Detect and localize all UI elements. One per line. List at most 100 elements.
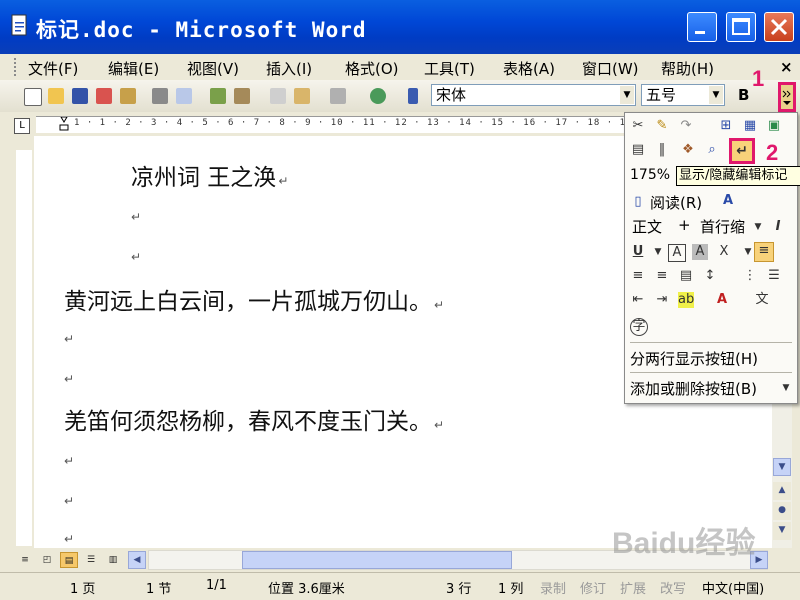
status-extend[interactable]: 扩展 (620, 578, 646, 597)
menu-window[interactable]: 窗口(W) (582, 58, 639, 79)
horizontal-ruler[interactable]: 1 · 1 · 2 · 3 · 4 · 5 · 6 · 7 · 8 · 9 · … (36, 116, 626, 133)
scroll-down-button[interactable]: ▼ (773, 458, 791, 476)
scroll-left-button[interactable]: ◀ (128, 551, 146, 569)
menu-view[interactable]: 视图(V) (187, 58, 239, 79)
increase-indent-icon[interactable]: ⇥ (654, 292, 670, 308)
insert-table-icon[interactable]: ▦ (742, 118, 758, 134)
italic-icon[interactable]: I (770, 219, 786, 235)
print-layout-view-icon[interactable]: ▤ (60, 552, 78, 568)
char-shading-icon[interactable]: A (692, 244, 708, 260)
add-remove-buttons-item[interactable]: 添加或删除按钮(B) (630, 378, 757, 399)
line-spacing-icon[interactable]: ↕ (702, 268, 718, 284)
save-icon[interactable] (72, 88, 88, 104)
tab-stop-selector[interactable]: L (14, 118, 30, 134)
baidu-watermark: Baidu经验 (612, 527, 756, 560)
web-view-icon[interactable]: ◰ (38, 552, 56, 568)
enclose-char-icon[interactable]: 字 (630, 318, 648, 336)
drawing-icon[interactable]: ‖ (654, 142, 670, 158)
format-painter-icon[interactable]: ✎ (654, 118, 670, 134)
minimize-button[interactable] (687, 12, 717, 42)
open-folder-icon[interactable] (48, 88, 64, 104)
chevron-down-icon[interactable]: ▼ (750, 219, 766, 235)
menu-tools[interactable]: 工具(T) (424, 58, 475, 79)
underline-icon[interactable]: U (630, 244, 646, 260)
poem-line-1-text: 黄河远上白云间，一片孤城万仞山。 (64, 289, 432, 315)
bold-button[interactable]: B (738, 86, 749, 104)
zoom-level[interactable]: 175% (630, 167, 670, 183)
menu-insert[interactable]: 插入(I) (266, 58, 312, 79)
undo-icon[interactable] (330, 88, 346, 104)
font-size-value: 五号 (646, 86, 677, 104)
menu-table[interactable]: 表格(A) (503, 58, 555, 79)
permission-icon[interactable] (96, 88, 112, 104)
poem-line-2[interactable]: 羌笛何须怨杨柳，春风不度玉门关。 ↵ (64, 402, 444, 436)
tables-borders-icon[interactable]: ⊞ (718, 118, 734, 134)
normal-view-icon[interactable]: ≡ (16, 552, 34, 568)
indent-box[interactable]: 首行缩 (700, 216, 745, 237)
styles-formatting-icon[interactable]: A (720, 193, 736, 209)
style-box[interactable]: 正文 (632, 216, 662, 237)
print-preview-icon[interactable] (176, 88, 192, 104)
email-icon[interactable] (120, 88, 136, 104)
bullets-icon[interactable]: ☰ (766, 268, 782, 284)
toolbar-overflow-button[interactable] (778, 82, 796, 112)
menu-file[interactable]: 文件(F) (28, 58, 78, 79)
columns-icon[interactable]: ▤ (630, 142, 646, 158)
align-right-icon[interactable]: ≡ (654, 268, 670, 284)
status-record[interactable]: 录制 (540, 578, 566, 597)
paste-icon[interactable] (294, 88, 310, 104)
menu-format[interactable]: 格式(O) (345, 58, 399, 79)
document-map-icon[interactable]: ❖ (680, 142, 696, 158)
justify-icon[interactable]: ≡ (754, 242, 774, 262)
maximize-button[interactable] (726, 12, 756, 42)
redo-icon[interactable]: ↷ (678, 118, 694, 134)
numbering-icon[interactable]: ⋮ (742, 268, 758, 284)
char-scale-icon[interactable]: X (716, 244, 732, 260)
new-document-icon[interactable] (24, 88, 42, 106)
next-page-button[interactable]: ▼ (773, 522, 791, 540)
show-two-rows-item[interactable]: 分两行显示按钮(H) (630, 348, 758, 369)
phonetic-guide-icon[interactable]: 文 (754, 292, 770, 308)
status-overtype[interactable]: 改写 (660, 578, 686, 597)
char-border-icon[interactable]: A (668, 244, 686, 262)
menu-help[interactable]: 帮助(H) (661, 58, 714, 79)
previous-page-button[interactable]: ▲ (773, 482, 791, 500)
window-title: 标记.doc - Microsoft Word (36, 18, 367, 42)
poem-line-1[interactable]: 黄河远上白云间，一片孤城万仞山。 ↵ (64, 282, 444, 316)
copy-icon[interactable] (270, 88, 286, 104)
paragraph-mark: ↵ (131, 250, 142, 264)
poem-title[interactable]: 凉州词 王之涣 ↵ (131, 158, 288, 192)
hyperlink-icon[interactable] (370, 88, 386, 104)
font-color-icon[interactable]: A (714, 292, 730, 308)
distributed-icon[interactable]: ▤ (678, 268, 694, 284)
decrease-indent-icon[interactable]: ⇤ (630, 292, 646, 308)
paragraph-mark: ↵ (64, 532, 75, 546)
chevron-down-icon[interactable]: ▼ (709, 86, 723, 104)
horizontal-scroll-thumb[interactable] (242, 551, 512, 569)
read-button[interactable]: 阅读(R) (650, 192, 702, 213)
browse-object-button[interactable]: ● (773, 502, 791, 520)
print-icon[interactable] (152, 88, 168, 104)
align-left-icon[interactable]: ≡ (630, 268, 646, 284)
chevron-down-icon[interactable]: ▼ (620, 86, 634, 104)
research-icon[interactable] (234, 88, 250, 104)
highlight-icon[interactable]: ab (678, 292, 694, 308)
status-track-changes[interactable]: 修订 (580, 578, 606, 597)
toolbar-options-icon[interactable] (408, 88, 418, 104)
close-icon (770, 18, 788, 36)
menu-edit[interactable]: 编辑(E) (108, 58, 159, 79)
show-hide-marks-button[interactable]: ↵ (729, 138, 755, 164)
close-window-button[interactable] (764, 12, 794, 42)
font-size-select[interactable]: 五号 ▼ (641, 84, 725, 106)
close-document-button[interactable]: × (780, 58, 793, 76)
zoom-icon[interactable]: ⌕ (704, 142, 720, 158)
menu-grip[interactable] (14, 58, 19, 76)
reading-view-icon[interactable]: ▥ (104, 552, 122, 568)
vertical-ruler-scale (16, 150, 32, 546)
chevron-down-icon[interactable]: ▼ (650, 244, 666, 260)
outline-view-icon[interactable]: ☰ (82, 552, 100, 568)
insert-excel-icon[interactable]: ▣ (766, 118, 782, 134)
font-select[interactable]: 宋体 ▼ (431, 84, 636, 106)
cut-icon[interactable]: ✂ (630, 118, 646, 134)
spelling-icon[interactable] (210, 88, 226, 104)
